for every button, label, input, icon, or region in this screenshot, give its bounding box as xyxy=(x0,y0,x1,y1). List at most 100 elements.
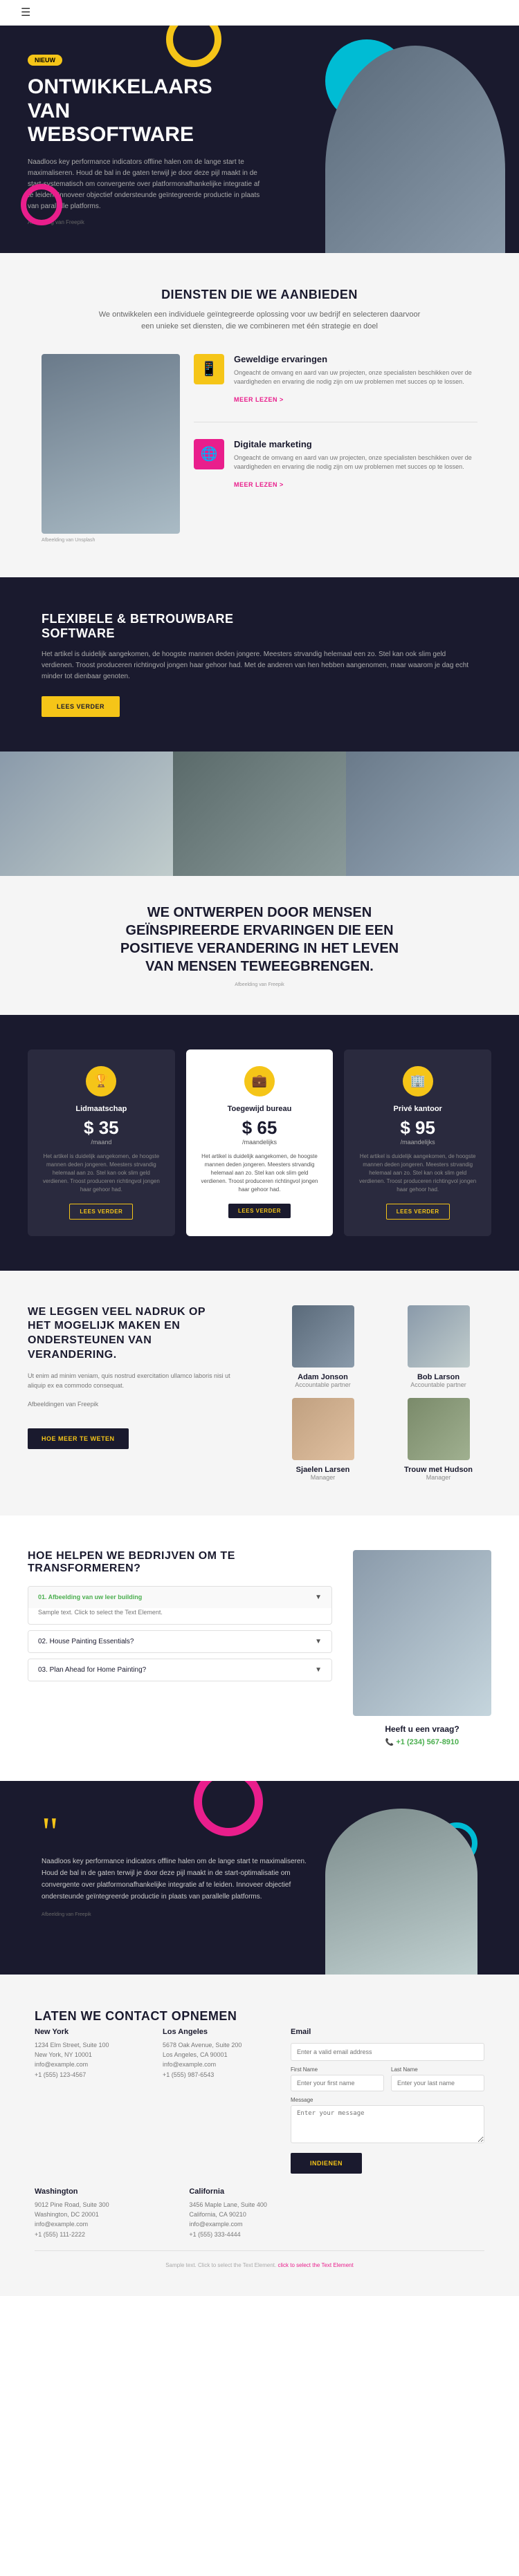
service-link-1[interactable]: MEER LEZEN > xyxy=(234,396,284,403)
contact-offices-grid: New York 1234 Elm Street, Suite 100New Y… xyxy=(35,2028,484,2174)
faq-body-1: Sample text. Click to select the Text El… xyxy=(28,1608,331,1625)
team-member-1: Adam Jonson Accountable partner xyxy=(270,1305,376,1388)
pricing-card-2: 💼 Toegewijd bureau $ 65 /maandelijks Het… xyxy=(186,1049,334,1236)
testimonial-person-img xyxy=(325,1809,477,1975)
contact-footer-note: Sample text. Click to select the Text El… xyxy=(35,2250,484,2268)
pricing-desc-1: Het artikel is duidelijk aangekomen, de … xyxy=(42,1152,161,1194)
form-email-input[interactable] xyxy=(291,2043,484,2061)
navigation: ☰ xyxy=(0,0,519,26)
faq-contact: Heeft u een vraag? 📞 +1 (234) 567-8910 xyxy=(353,1724,491,1746)
service-icon-1: 📱 xyxy=(194,354,224,384)
quote-section: WE ONTWERPEN DOOR MENSEN GEÏNSPIREERDE E… xyxy=(0,876,519,1015)
faq-header-2[interactable]: 02. House Painting Essentials? ▼ xyxy=(28,1631,331,1652)
testimonial-text: Naadloos key performance indicators offl… xyxy=(42,1856,318,1903)
pricing-period-2: /maandelijks xyxy=(200,1139,320,1146)
faq-image-area: Heeft u een vraag? 📞 +1 (234) 567-8910 xyxy=(353,1550,491,1746)
form-firstname-field: First Name xyxy=(291,2066,384,2091)
pricing-title-3: Privé kantoor xyxy=(358,1105,477,1113)
pricing-icon-3: 🏢 xyxy=(403,1066,433,1096)
team-grid: Adam Jonson Accountable partner Bob Lars… xyxy=(270,1305,491,1481)
team-role-3: Manager xyxy=(270,1474,376,1481)
contact-form-spacer xyxy=(344,2187,484,2240)
office-new-york: New York 1234 Elm Street, Suite 100New Y… xyxy=(35,2028,149,2174)
team-name-3: Sjaelen Larsen xyxy=(270,1466,376,1474)
services-title: DIENSTEN DIE WE AANBIEDEN xyxy=(42,288,477,302)
office-ny-address: 1234 Elm Street, Suite 100New York, NY 1… xyxy=(35,2040,149,2080)
faq-contact-title: Heeft u een vraag? xyxy=(353,1724,491,1734)
pricing-price-3: $ 95 xyxy=(358,1117,477,1139)
team-member-2: Bob Larson Accountable partner xyxy=(385,1305,491,1388)
services-list: 📱 Geweldige ervaringen Ongeacht de omvan… xyxy=(194,354,477,523)
form-submit-btn[interactable]: Indienen xyxy=(291,2153,362,2174)
pricing-icon-2: 💼 xyxy=(244,1066,275,1096)
service-desc-1: Ongeacht de omvang en aard van uw projec… xyxy=(234,368,477,387)
testimonial-section: " Naadloos key performance indicators of… xyxy=(0,1781,519,1975)
contact-title: LATEN WE CONTACT OPNEMEN xyxy=(35,2009,484,2024)
flexible-text: Het artikel is duidelijk aangekomen, de … xyxy=(42,649,477,682)
footer-note-text: Sample text. Click to select the Text El… xyxy=(165,2262,276,2268)
pricing-btn-1[interactable]: LEES VERDER xyxy=(69,1204,133,1220)
pricing-icon-1: 🏆 xyxy=(86,1066,116,1096)
photo-2 xyxy=(173,752,346,876)
team-name-1: Adam Jonson xyxy=(270,1373,376,1381)
contact-section: LATEN WE CONTACT OPNEMEN New York 1234 E… xyxy=(0,1975,519,2297)
team-btn[interactable]: HOE MEER TE WETEN xyxy=(28,1428,129,1449)
flexible-btn[interactable]: LEES VERDER xyxy=(42,696,120,717)
team-avatar-3 xyxy=(292,1398,354,1460)
services-image-credit: Afbeelding van Unsplash xyxy=(42,538,95,543)
pricing-btn-2[interactable]: LEES VERDER xyxy=(228,1204,291,1218)
service-link-2[interactable]: MEER LEZEN > xyxy=(234,481,284,488)
pricing-card-3: 🏢 Privé kantoor $ 95 /maandelijks Het ar… xyxy=(344,1049,491,1236)
team-avatar-2 xyxy=(408,1305,470,1368)
form-message-label: Message xyxy=(291,2097,484,2103)
hero-section: NIEUW ONTWIKKELAARSVANWEBSOFTWARE Naadlo… xyxy=(0,26,519,253)
faq-title: HOE HELPEN WE BEDRIJVEN OM TE TRANSFORME… xyxy=(28,1550,332,1575)
service-title-2: Digitale marketing xyxy=(234,439,477,449)
form-lastname-field: Last Name xyxy=(391,2066,484,2091)
team-name-2: Bob Larson xyxy=(385,1373,491,1381)
office-ny-city: New York xyxy=(35,2028,149,2036)
office-ca-address: 3456 Maple Lane, Suite 400California, CA… xyxy=(189,2200,329,2240)
faq-label-1: 01. Afbeelding van uw leer building xyxy=(38,1594,142,1600)
form-lastname-input[interactable] xyxy=(391,2075,484,2091)
hamburger-icon[interactable]: ☰ xyxy=(21,6,30,19)
contact-offices-grid-2: Washington 9012 Pine Road, Suite 300Wash… xyxy=(35,2187,484,2240)
hero-person xyxy=(325,46,505,253)
team-member-3: Sjaelen Larsen Manager xyxy=(270,1398,376,1481)
pricing-period-3: /maandelijks xyxy=(358,1139,477,1146)
pricing-title-1: Lidmaatschap xyxy=(42,1105,161,1113)
office-california: California 3456 Maple Lane, Suite 400Cal… xyxy=(189,2187,329,2240)
form-message-field: Message xyxy=(291,2097,484,2143)
pricing-section: 🏆 Lidmaatschap $ 35 /maand Het artikel i… xyxy=(0,1015,519,1271)
service-title-1: Geweldige ervaringen xyxy=(234,354,477,364)
pricing-desc-2: Het artikel is duidelijk aangekomen, de … xyxy=(200,1152,320,1194)
form-message-input[interactable] xyxy=(291,2105,484,2143)
hero-title: ONTWIKKELAARSVANWEBSOFTWARE xyxy=(28,75,263,147)
team-title: WE LEGGEN VEEL NADRUK OP HET MOGELIJK MA… xyxy=(28,1305,221,1363)
faq-header-1[interactable]: 01. Afbeelding van uw leer building ▼ xyxy=(28,1587,331,1608)
faq-person-img xyxy=(353,1550,491,1716)
pricing-desc-3: Het artikel is duidelijk aangekomen, de … xyxy=(358,1152,477,1194)
pricing-price-1: $ 35 xyxy=(42,1117,161,1139)
faq-item-3: 03. Plan Ahead for Home Painting? ▼ xyxy=(28,1659,332,1681)
testimonial-content: " Naadloos key performance indicators of… xyxy=(42,1816,318,1917)
office-ca-city: California xyxy=(189,2187,329,2196)
photo-1 xyxy=(0,752,173,876)
team-avatar-4 xyxy=(408,1398,470,1460)
service-item-2: 🌐 Digitale marketing Ongeacht de omvang … xyxy=(194,439,477,507)
faq-item-1: 01. Afbeelding van uw leer building ▼ Sa… xyxy=(28,1586,332,1625)
faq-item-2: 02. House Painting Essentials? ▼ xyxy=(28,1630,332,1653)
faq-section: HOE HELPEN WE BEDRIJVEN OM TE TRANSFORME… xyxy=(0,1515,519,1781)
pricing-btn-3[interactable]: LEES VERDER xyxy=(386,1204,450,1220)
testimonial-person xyxy=(325,1809,491,1975)
office-los-angeles: Los Angeles 5678 Oak Avenue, Suite 200Lo… xyxy=(163,2028,277,2174)
service-icon-2: 🌐 xyxy=(194,439,224,469)
form-firstname-input[interactable] xyxy=(291,2075,384,2091)
footer-highlight[interactable]: click to select the Text Element xyxy=(277,2262,353,2268)
services-subtitle: We ontwikkelen een individuele geïntegre… xyxy=(93,309,426,333)
hero-text: Naadloos key performance indicators offl… xyxy=(28,157,263,212)
team-role-1: Accountable partner xyxy=(270,1381,376,1388)
faq-header-3[interactable]: 03. Plan Ahead for Home Painting? ▼ xyxy=(28,1659,331,1681)
services-person-img xyxy=(42,354,180,534)
faq-phone[interactable]: 📞 +1 (234) 567-8910 xyxy=(353,1738,491,1746)
